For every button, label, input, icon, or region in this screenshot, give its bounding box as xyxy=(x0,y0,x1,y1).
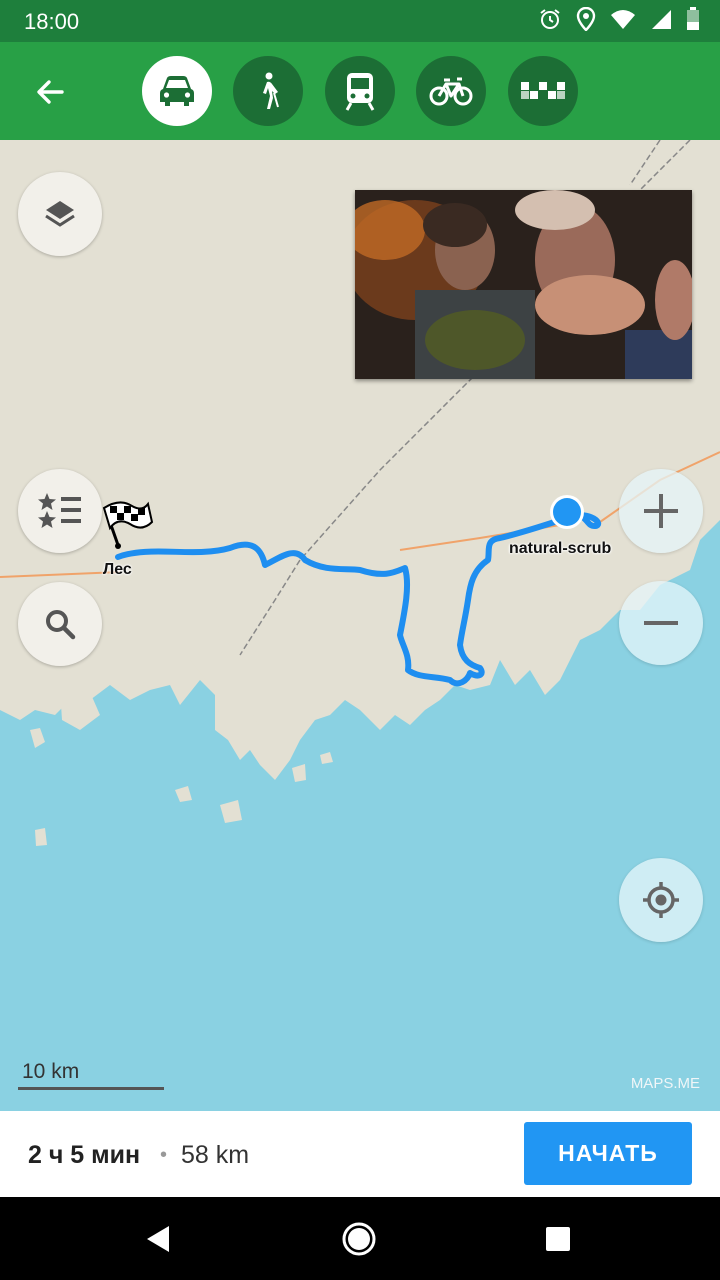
walk-mode-button[interactable] xyxy=(233,56,303,126)
bookmarks-button[interactable] xyxy=(18,469,102,553)
minus-icon xyxy=(644,621,678,625)
triangle-back-icon xyxy=(147,1226,169,1252)
zoom-out-button[interactable] xyxy=(619,581,703,665)
finish-flag-icon xyxy=(102,501,154,549)
taxi-icon xyxy=(521,82,565,99)
scale-bar xyxy=(18,1087,164,1090)
map-view[interactable]: Лес natural-scrub 10 km MAPS.ME xyxy=(0,140,720,1111)
status-bar: 18:00 xyxy=(0,0,720,42)
start-navigation-button[interactable]: НАЧАТЬ xyxy=(524,1122,692,1185)
map-scale: 10 km xyxy=(18,1060,164,1090)
peninsula xyxy=(380,675,415,715)
sea-area xyxy=(0,520,720,1111)
scale-label: 10 km xyxy=(22,1060,80,1083)
signal-icon xyxy=(650,8,672,35)
circle-home-icon xyxy=(342,1222,376,1256)
nav-recents-button[interactable] xyxy=(536,1217,580,1261)
car-mode-button[interactable] xyxy=(142,56,212,126)
separator-dot: • xyxy=(160,1144,168,1166)
map-layers-button[interactable] xyxy=(18,172,102,256)
video-thumbnail[interactable] xyxy=(355,190,692,379)
bookmark-list-icon xyxy=(38,493,81,528)
pedestrian-icon xyxy=(263,72,279,109)
layers-icon xyxy=(45,201,75,227)
map-attribution: MAPS.ME xyxy=(630,1075,700,1092)
origin-label: natural-scrub xyxy=(509,540,612,557)
tram-icon xyxy=(345,73,375,111)
location-icon xyxy=(576,6,596,36)
zoom-in-button[interactable] xyxy=(619,469,703,553)
nav-back-button[interactable] xyxy=(136,1217,180,1261)
destination-label: Лес xyxy=(103,561,132,578)
route-duration: 2 ч 5 мин xyxy=(28,1141,141,1169)
bicycle-icon xyxy=(429,77,473,106)
crosshair-icon xyxy=(643,882,679,918)
car-icon xyxy=(160,76,194,106)
back-arrow-icon xyxy=(37,80,64,104)
battery-icon xyxy=(686,6,700,36)
system-navigation-bar xyxy=(0,1197,720,1280)
alarm-icon xyxy=(538,7,562,36)
taxi-mode-button[interactable] xyxy=(508,56,578,126)
wifi-icon xyxy=(610,8,636,35)
nav-home-button[interactable] xyxy=(337,1217,381,1261)
routing-toolbar xyxy=(0,42,720,140)
peninsula xyxy=(300,635,365,700)
plus-icon xyxy=(644,494,678,528)
search-icon xyxy=(46,610,76,640)
transit-mode-button[interactable] xyxy=(325,56,395,126)
railway-line xyxy=(629,140,661,186)
status-time: 18:00 xyxy=(24,9,80,34)
bike-mode-button[interactable] xyxy=(416,56,486,126)
island xyxy=(35,828,47,846)
square-recents-icon xyxy=(546,1227,570,1251)
route-summary-panel: 2 ч 5 мин • 58 km НАЧАТЬ xyxy=(0,1111,720,1197)
search-button[interactable] xyxy=(18,582,102,666)
route-distance: 58 km xyxy=(181,1141,250,1169)
back-button[interactable] xyxy=(22,64,78,120)
my-location-button[interactable] xyxy=(619,858,703,942)
